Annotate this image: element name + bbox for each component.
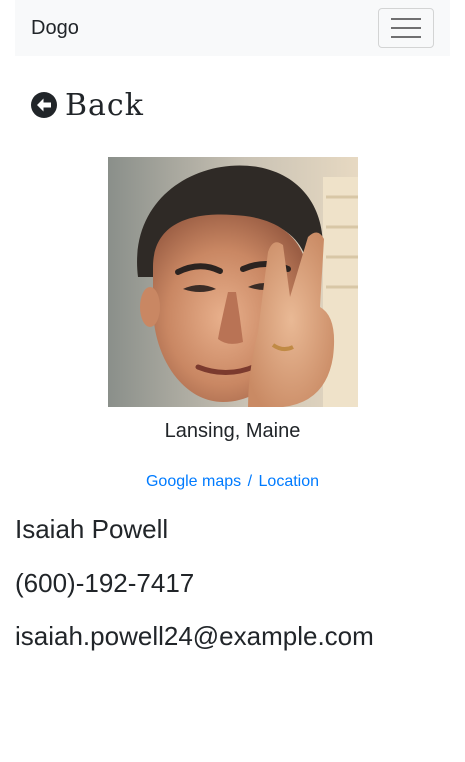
arrow-circle-left-icon [31,92,57,118]
navbar-toggle-button[interactable] [378,8,434,48]
hamburger-icon [391,18,421,38]
profile-photo [108,157,358,407]
location-link[interactable]: Location [259,473,320,490]
email-address: isaiah.powell24@example.com [15,621,374,651]
back-link[interactable]: Back [31,86,144,124]
link-separator: / [247,473,253,490]
person-name: Isaiah Powell [15,514,169,544]
maps-links: Google maps / Location [0,473,465,491]
navbar: Dogo [15,0,450,56]
google-maps-link[interactable]: Google maps [146,473,241,490]
back-label: Back [65,87,144,123]
brand-link[interactable]: Dogo [31,18,79,38]
location-text: Lansing, Maine [164,420,301,442]
phone-number: (600)-192-7417 [15,568,195,598]
